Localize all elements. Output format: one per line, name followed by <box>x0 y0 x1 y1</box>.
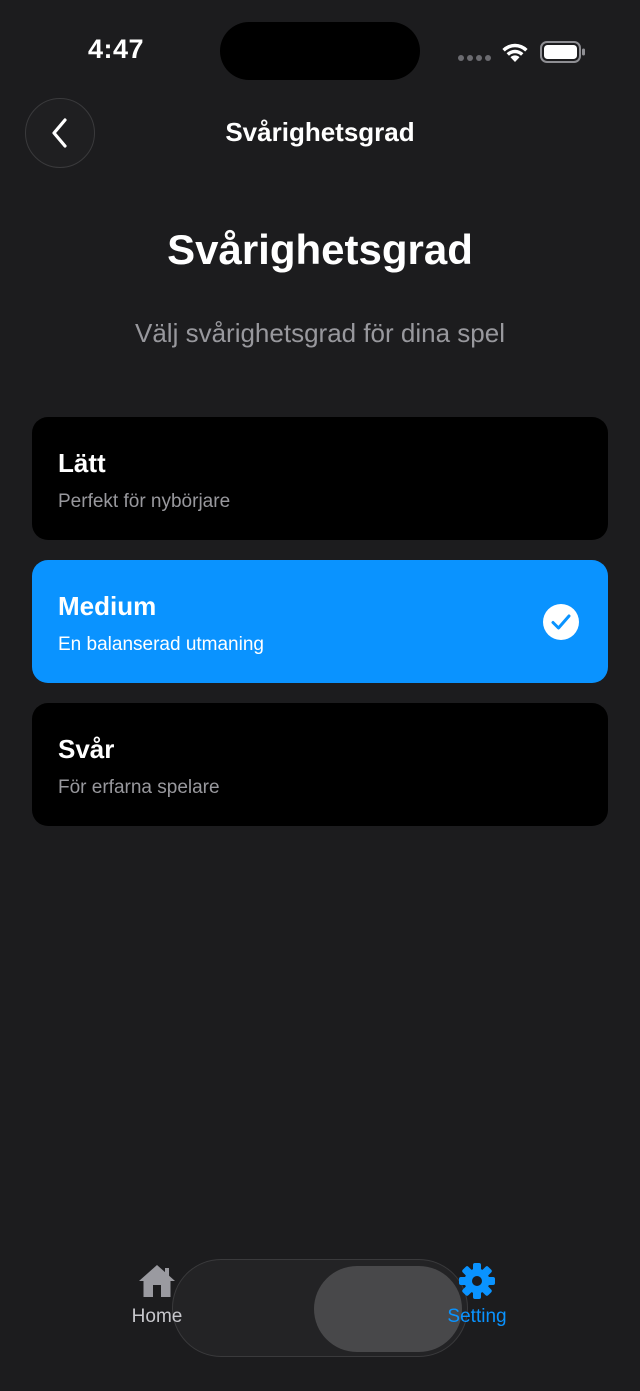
tab-home[interactable]: Home <box>97 1262 217 1328</box>
difficulty-option-medium[interactable]: Medium En balanserad utmaning <box>32 560 608 683</box>
option-description: En balanserad utmaning <box>58 634 264 655</box>
tab-setting[interactable]: Setting <box>417 1262 537 1328</box>
wifi-icon <box>502 43 528 62</box>
page-subtitle: Välj svårighetsgrad för dina spel <box>135 318 505 348</box>
option-title: Medium <box>58 591 157 621</box>
difficulty-option-easy[interactable]: Lätt Perfekt för nybörjare <box>32 417 608 540</box>
battery-icon <box>540 41 585 63</box>
tab-setting-label: Setting <box>447 1306 507 1327</box>
option-description: För erfarna spelare <box>58 777 220 798</box>
option-description: Perfekt för nybörjare <box>58 491 231 512</box>
nav-title: Svårighetsgrad <box>225 117 415 147</box>
cellular-signal-icon <box>458 55 491 61</box>
checkmark-icon <box>543 604 579 640</box>
option-title: Lätt <box>58 448 106 478</box>
option-title: Svår <box>58 734 115 764</box>
gear-icon <box>459 1263 495 1299</box>
house-icon <box>139 1265 175 1297</box>
tab-home-label: Home <box>131 1306 183 1327</box>
difficulty-option-hard[interactable]: Svår För erfarna spelare <box>32 703 608 826</box>
page-title: Svårighetsgrad <box>167 226 473 273</box>
status-time: 4:47 <box>88 34 145 64</box>
dynamic-island <box>220 22 420 80</box>
